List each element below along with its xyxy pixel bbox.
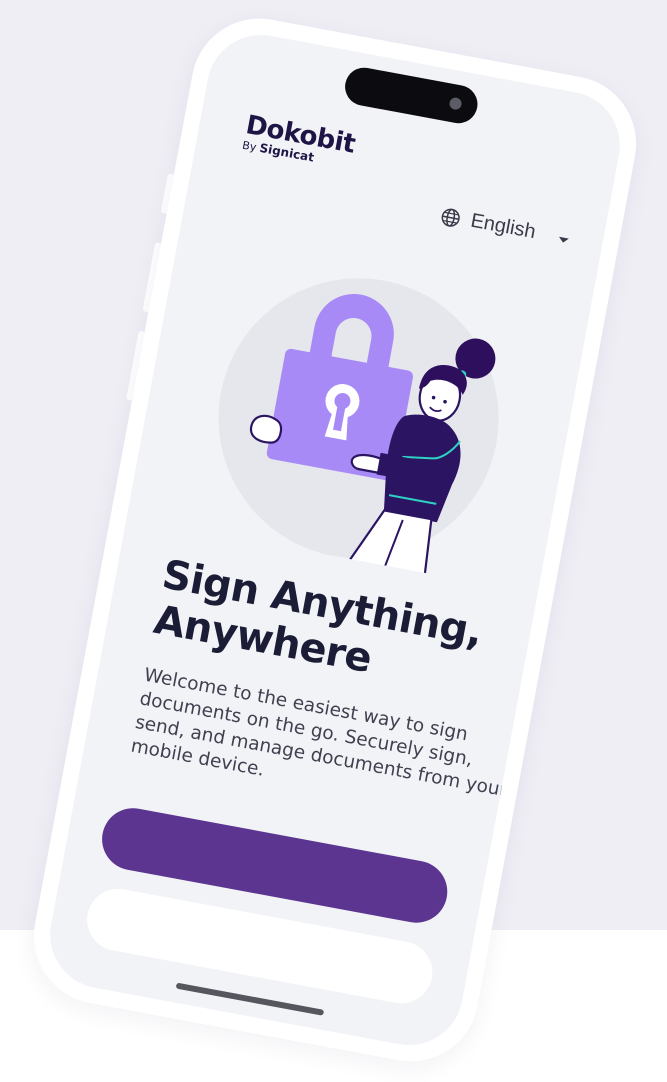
- language-selector[interactable]: English: [439, 204, 571, 250]
- brand-byline-prefix: By: [241, 138, 258, 154]
- brand-logo: Dokobit By Signicat: [241, 110, 357, 171]
- dynamic-island: [341, 64, 481, 127]
- caret-down-icon: [558, 236, 569, 244]
- camera-lens-icon: [448, 96, 463, 111]
- woman-holding-padlock-illustration: [218, 278, 499, 583]
- stage: Dokobit By Signicat English Sign Anythin…: [0, 0, 667, 1082]
- globe-icon: [442, 208, 461, 227]
- language-label: English: [468, 209, 538, 244]
